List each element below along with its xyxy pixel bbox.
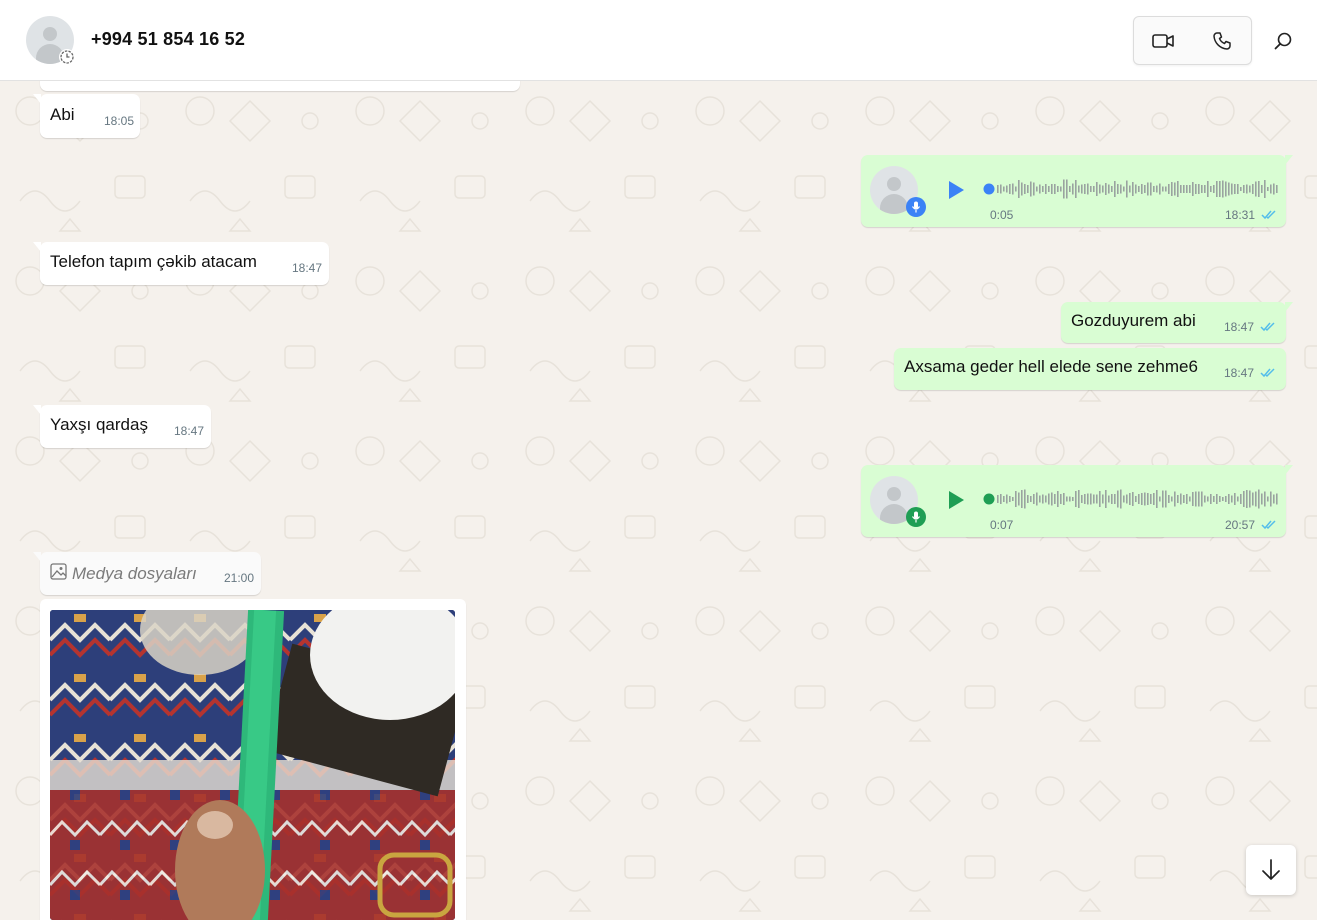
image-icon (50, 563, 67, 580)
read-ticks-icon (1261, 520, 1276, 530)
read-ticks-icon (1261, 210, 1276, 220)
microphone-icon (906, 197, 926, 217)
read-ticks-icon (1260, 368, 1275, 378)
media-label-bubble[interactable]: Medya dosyaları 21:00 (33, 552, 261, 595)
call-button-group (1133, 16, 1252, 65)
voice-duration: 0:07 (990, 518, 1014, 532)
read-ticks-icon (1260, 322, 1275, 332)
search-icon (1274, 32, 1292, 50)
message-time: 18:47 (1224, 366, 1255, 380)
message-time: 21:00 (224, 571, 255, 585)
video-call-button[interactable] (1134, 17, 1193, 64)
video-camera-icon (1152, 33, 1175, 48)
message-time: 20:57 (1225, 518, 1256, 532)
voice-waveform[interactable] (983, 487, 1279, 511)
contact-name[interactable]: +994 51 854 16 52 (91, 29, 245, 50)
play-icon[interactable] (947, 490, 965, 510)
timer-icon (59, 49, 75, 65)
message-time: 18:47 (1224, 320, 1255, 334)
message-bubble-partial (40, 81, 520, 91)
message-bubble-outgoing[interactable]: Axsama geder hell elede sene zehme6 18:4… (894, 348, 1286, 390)
message-text: Axsama geder hell elede sene zehme6 (904, 357, 1198, 376)
waveform-progress-dot[interactable] (983, 493, 995, 505)
photo-message[interactable] (40, 599, 466, 920)
chat-header: +994 51 854 16 52 (0, 0, 1317, 81)
message-time: 18:31 (1225, 208, 1256, 222)
media-label-text: Medya dosyaları (72, 564, 197, 583)
message-bubble-incoming[interactable]: Telefon tapım çəkib atacam 18:47 (33, 242, 329, 285)
waveform-progress-dot[interactable] (983, 183, 995, 195)
message-text: Telefon tapım çəkib atacam (50, 252, 257, 271)
voice-call-button[interactable] (1193, 17, 1252, 64)
voice-message-bubble[interactable]: 0:05 18:31 (861, 155, 1293, 227)
message-time: 18:47 (292, 261, 323, 275)
scroll-to-bottom-button[interactable] (1246, 845, 1296, 895)
arrow-down-icon (1262, 859, 1280, 880)
microphone-icon (906, 507, 926, 527)
message-bubble-incoming[interactable]: Abi 18:05 (33, 94, 140, 138)
voice-waveform[interactable] (983, 177, 1279, 201)
chat-area[interactable]: Abi 18:05 0:05 18:31 Telefon tapım çəkib… (0, 81, 1317, 920)
message-time: 18:47 (174, 424, 205, 438)
voice-duration: 0:05 (990, 208, 1014, 222)
message-bubble-incoming[interactable]: Yaxşı qardaş 18:47 (33, 405, 211, 448)
photo-image[interactable] (50, 610, 455, 920)
voice-message-bubble[interactable]: 0:07 20:57 (861, 465, 1293, 537)
message-text: Gozduyurem abi (1071, 311, 1196, 330)
message-time: 18:05 (104, 114, 135, 128)
message-text: Abi (50, 105, 75, 124)
phone-icon (1213, 31, 1231, 50)
message-bubble-outgoing[interactable]: Gozduyurem abi 18:47 (1061, 302, 1293, 343)
play-icon[interactable] (947, 180, 965, 200)
message-text: Yaxşı qardaş (50, 415, 148, 434)
search-button[interactable] (1270, 28, 1296, 54)
